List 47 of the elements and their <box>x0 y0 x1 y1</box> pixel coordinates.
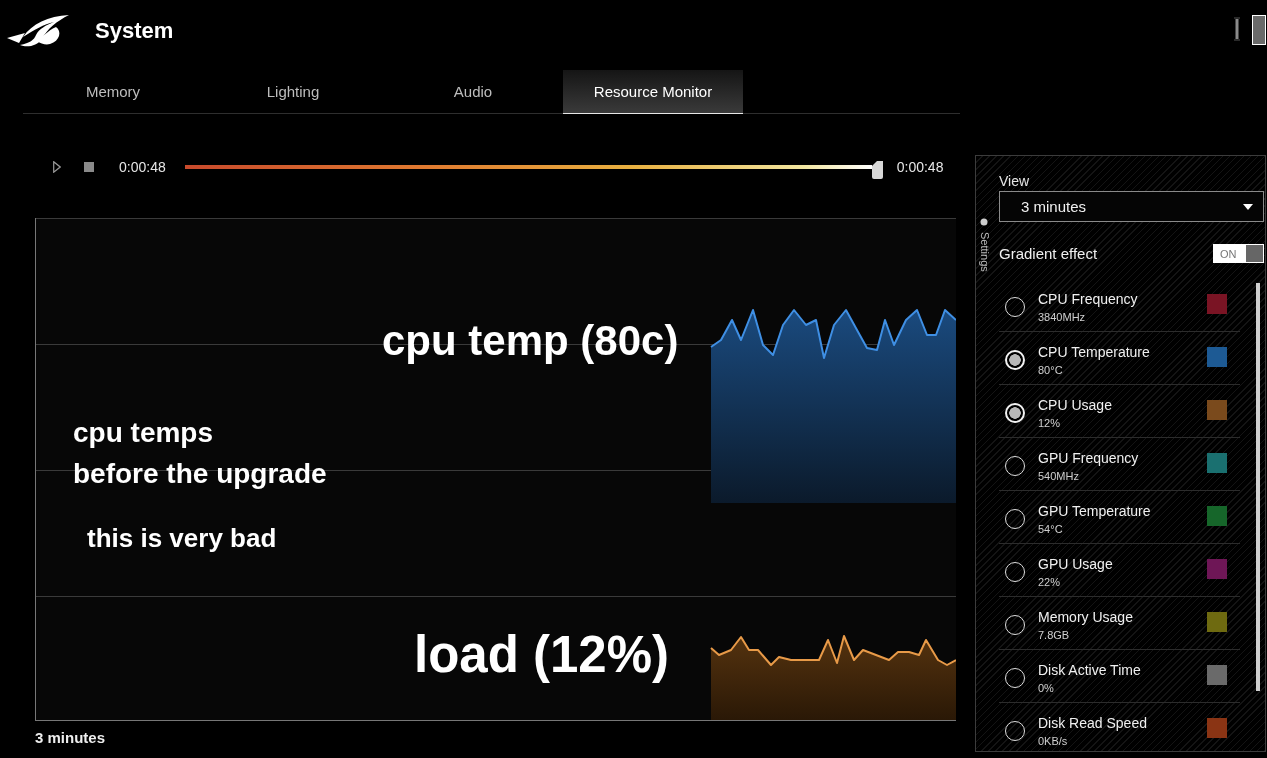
settings-tab[interactable]: Settings <box>980 232 990 272</box>
playback-slider[interactable] <box>184 160 883 179</box>
metric-name: CPU Temperature <box>1038 343 1150 361</box>
window-icon[interactable] <box>1252 14 1266 45</box>
logo-icon <box>6 13 70 49</box>
gradient-toggle[interactable]: ON <box>1213 244 1264 263</box>
metric-value: 12% <box>1038 416 1061 430</box>
metric-value: 80°C <box>1038 363 1063 377</box>
bullet-icon <box>980 218 988 226</box>
metric-value: 0KB/s <box>1038 734 1068 748</box>
play-button[interactable] <box>53 161 61 173</box>
metric-name: Disk Read Speed <box>1038 714 1147 732</box>
metric-name: Memory Usage <box>1038 608 1133 626</box>
metric-name: GPU Temperature <box>1038 502 1151 520</box>
metric-name: GPU Frequency <box>1038 449 1139 467</box>
annotation-text: cpu temps before the upgrade <box>73 416 327 491</box>
view-dropdown[interactable]: 3 minutes <box>999 191 1264 222</box>
metric-value: 54°C <box>1038 522 1063 536</box>
tab[interactable]: Resource Monitor <box>563 70 743 114</box>
toggle-knob[interactable] <box>1246 245 1263 262</box>
metric-name: GPU Usage <box>1038 555 1113 573</box>
scrollbar[interactable] <box>1256 283 1260 691</box>
caret-icon <box>1243 203 1253 210</box>
metric-name: Disk Active Time <box>1038 661 1141 679</box>
annotation-text: load (12%) <box>414 626 670 685</box>
annotation-text: cpu temp (80c) <box>382 317 679 366</box>
tab[interactable]: Audio <box>383 70 563 114</box>
metric-value: 22% <box>1038 575 1061 589</box>
gradient-effect-label: Gradient effect <box>999 245 1098 262</box>
tab[interactable]: Memory <box>23 70 203 114</box>
metric-value: 3840MHz <box>1038 310 1086 324</box>
page-title: System <box>95 18 174 44</box>
annotation-text: this is very bad <box>87 524 277 554</box>
x-axis-label: 3 minutes <box>35 729 106 747</box>
stop-icon <box>84 162 94 172</box>
metric-name: CPU Usage <box>1038 396 1112 414</box>
vertical-bar-icon <box>1234 17 1240 41</box>
metric-name: CPU Frequency <box>1038 290 1138 308</box>
total-time: 0:00:48 <box>896 159 944 175</box>
tab[interactable]: Lighting <box>203 70 383 114</box>
slider-thumb[interactable] <box>871 160 883 179</box>
metric-value: 7.8GB <box>1038 628 1070 642</box>
play-icon <box>53 161 61 173</box>
elapsed-time: 0:00:48 <box>119 159 166 175</box>
metric-value: 540MHz <box>1038 469 1079 483</box>
metric-value: 0% <box>1038 681 1054 695</box>
view-label: View <box>999 172 1030 190</box>
